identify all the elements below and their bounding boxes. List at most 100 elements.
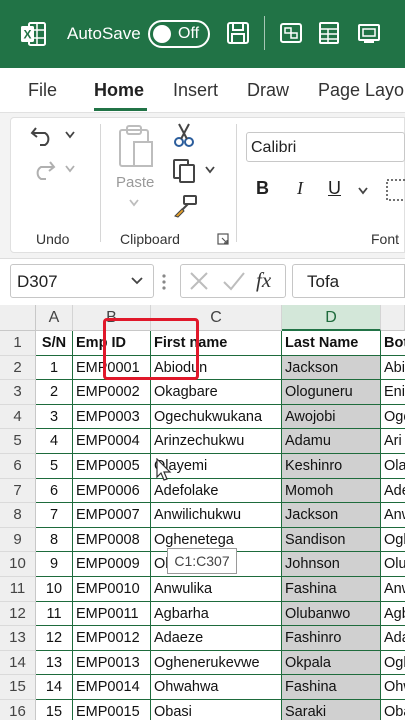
bold-button[interactable]: B [256, 178, 269, 199]
row-header[interactable]: 2 [0, 355, 36, 381]
row-header[interactable]: 6 [0, 454, 36, 479]
save-icon[interactable] [225, 20, 251, 46]
cell-id[interactable]: EMP0002 [73, 380, 151, 405]
row-header[interactable]: 12 [0, 601, 36, 627]
row-header[interactable]: 3 [0, 380, 36, 405]
formula-input[interactable]: Tofa [292, 264, 405, 298]
cell-sn[interactable]: 14 [36, 675, 73, 700]
cell-id[interactable]: EMP0014 [73, 675, 151, 700]
cell-id[interactable]: EMP0008 [73, 527, 151, 553]
cell-first[interactable]: Ogechukwukana [151, 404, 282, 430]
cell-last[interactable]: Awojobi [282, 404, 381, 430]
cell-e[interactable]: Ari [381, 429, 405, 454]
cell-last[interactable]: Fashina [282, 577, 381, 602]
cell-e[interactable]: Bot [381, 331, 405, 356]
cell-sn[interactable]: 10 [36, 577, 73, 602]
cell-sn[interactable]: 7 [36, 503, 73, 528]
copy-icon[interactable] [172, 158, 198, 184]
cell-sn[interactable]: 12 [36, 626, 73, 651]
cell-sn[interactable]: 15 [36, 700, 73, 720]
row-header[interactable]: 9 [0, 527, 36, 553]
cut-icon[interactable] [172, 122, 196, 148]
cell-last[interactable]: Fashina [282, 675, 381, 700]
row-header[interactable]: 14 [0, 650, 36, 676]
cell-first[interactable]: Anwilichukwu [151, 503, 282, 528]
cell-e[interactable]: Anw [381, 503, 405, 528]
cell-last[interactable]: Fashinro [282, 626, 381, 651]
cell-sn[interactable]: 11 [36, 601, 73, 627]
cell-e[interactable]: Olu [381, 552, 405, 577]
cell-last[interactable]: Saraki [282, 700, 381, 720]
cell-id[interactable]: EMP0009 [73, 552, 151, 577]
cell-e[interactable]: Ade [381, 479, 405, 504]
cell-first[interactable]: Agbarha [151, 601, 282, 627]
cell-id[interactable]: EMP0012 [73, 626, 151, 651]
cell-e[interactable]: Agb [381, 602, 405, 627]
cell-sn[interactable]: 13 [36, 650, 73, 676]
tab-draw[interactable]: Draw [247, 80, 289, 101]
cell-first[interactable]: Arinzechukwu [151, 429, 282, 454]
cell-sn[interactable]: 3 [36, 404, 73, 430]
column-header-a[interactable]: A [36, 305, 73, 331]
row-header[interactable]: 10 [0, 552, 36, 577]
cell-sn[interactable]: 2 [36, 380, 73, 405]
redo-icon[interactable] [30, 158, 56, 180]
underline-dropdown-icon[interactable] [357, 186, 369, 196]
cell-first[interactable]: Ohwahwa [151, 675, 282, 700]
cell-e[interactable]: Ogh [381, 651, 405, 676]
name-box-dropdown-icon[interactable] [130, 275, 144, 287]
copy-dropdown-icon[interactable] [204, 165, 216, 175]
cell-last[interactable]: Jackson [282, 503, 381, 528]
cell-last[interactable]: Adamu [282, 429, 381, 454]
row-header[interactable]: 4 [0, 404, 36, 430]
cell-last[interactable]: Johnson [282, 552, 381, 577]
cancel-icon[interactable] [188, 270, 210, 292]
cell-last[interactable]: Olubanwo [282, 601, 381, 627]
row-header[interactable]: 13 [0, 626, 36, 651]
cell-e[interactable]: Eni [381, 380, 405, 405]
redo-dropdown-icon[interactable] [64, 164, 76, 174]
cell-first[interactable]: Adaeze [151, 626, 282, 651]
undo-dropdown-icon[interactable] [64, 130, 76, 140]
enter-checkmark-icon[interactable] [222, 270, 246, 292]
row-header[interactable]: 15 [0, 675, 36, 700]
cell-e[interactable]: Oba [381, 700, 405, 720]
tab-insert[interactable]: Insert [173, 80, 218, 101]
cell-id[interactable]: EMP0010 [73, 577, 151, 602]
spreadsheet-grid[interactable]: A B C D 1S/NEmp IDFirst nameLast NameBot… [0, 305, 405, 720]
cell-last[interactable]: Okpala [282, 650, 381, 676]
row-header[interactable]: 11 [0, 577, 36, 602]
format-painter-icon[interactable] [172, 194, 198, 218]
cell-last[interactable]: Ologuneru [282, 380, 381, 405]
cell-id[interactable]: EMP0013 [73, 650, 151, 676]
row-header[interactable]: 5 [0, 429, 36, 454]
cell-last[interactable]: Keshinro [282, 454, 381, 479]
more-options-icon[interactable] [161, 272, 167, 292]
print-preview-icon[interactable] [356, 20, 382, 46]
clipboard-launcher-icon[interactable] [217, 233, 229, 245]
cell-first[interactable]: Okagbare [151, 380, 282, 405]
cell-last[interactable]: Last Name [282, 331, 381, 356]
cell-sn[interactable]: 1 [36, 355, 73, 381]
select-all-corner[interactable] [0, 305, 36, 331]
cell-e[interactable]: Ohw [381, 675, 405, 700]
cell-sn[interactable]: 4 [36, 429, 73, 454]
cell-e[interactable]: Oge [381, 405, 405, 430]
form-icon[interactable] [278, 20, 304, 46]
tab-home[interactable]: Home [94, 80, 144, 101]
cell-id[interactable]: EMP0005 [73, 454, 151, 479]
cell-first[interactable]: Obasi [151, 700, 282, 720]
cell-last[interactable]: Jackson [282, 355, 381, 381]
cell-e[interactable]: Ola [381, 454, 405, 479]
tab-page-layout[interactable]: Page Layo [318, 80, 404, 101]
cell-first[interactable]: Adefolake [151, 478, 282, 504]
underline-button[interactable]: U [328, 178, 341, 199]
cell-e[interactable]: Ada [381, 626, 405, 651]
cell-last[interactable]: Sandison [282, 527, 381, 553]
cell-id[interactable]: EMP0007 [73, 503, 151, 528]
row-header[interactable]: 8 [0, 503, 36, 528]
cell-e[interactable]: Anw [381, 577, 405, 602]
paste-dropdown-icon[interactable] [128, 198, 140, 208]
italic-button[interactable]: I [297, 178, 303, 199]
paste-icon[interactable] [116, 124, 156, 170]
